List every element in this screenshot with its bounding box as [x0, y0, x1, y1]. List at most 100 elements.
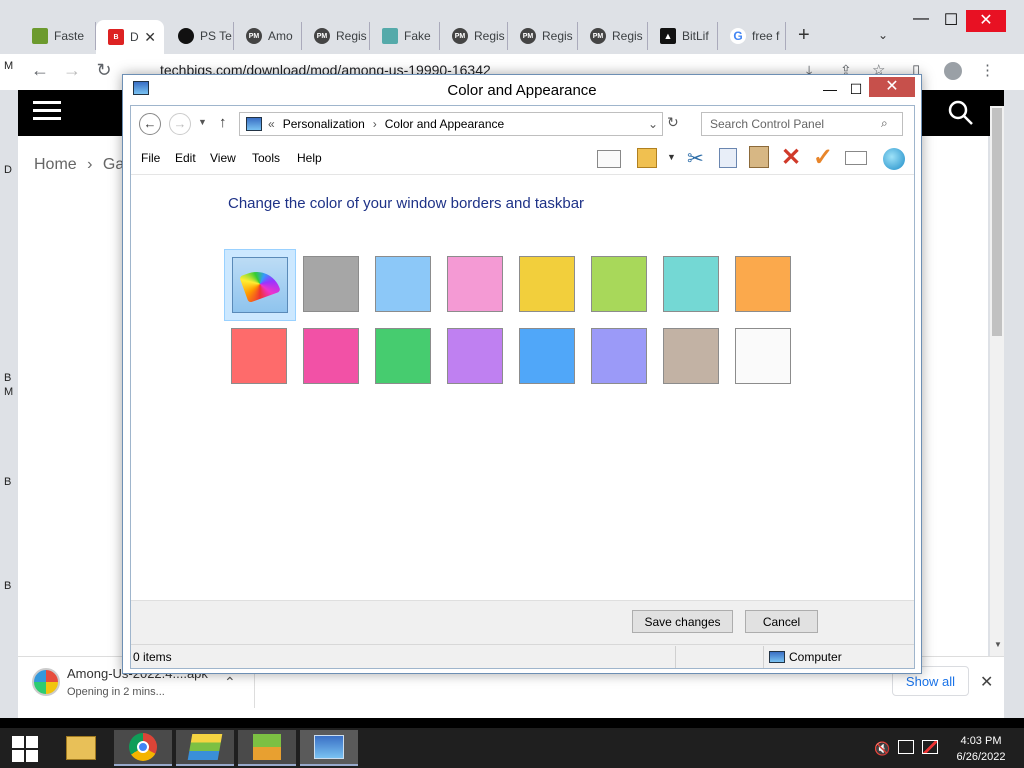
paste-icon[interactable] — [749, 146, 769, 168]
menu-edit[interactable]: Edit — [175, 151, 196, 165]
tab-9[interactable]: PM Regis — [578, 22, 648, 50]
globe-icon[interactable] — [883, 148, 905, 170]
search-icon[interactable] — [948, 100, 974, 126]
recent-locations-chevron-icon[interactable]: ▼ — [198, 117, 207, 127]
close-download-bar-icon[interactable]: ✕ — [980, 672, 993, 692]
new-tab-icon[interactable]: + — [798, 24, 810, 47]
kebab-menu-icon[interactable]: ⋮ — [980, 61, 995, 79]
color-swatch[interactable] — [584, 321, 656, 393]
window-close-button[interactable]: ✕ — [869, 77, 915, 97]
tab-8[interactable]: PM Regis — [508, 22, 578, 50]
color-swatch[interactable] — [224, 249, 296, 321]
browser-close-icon[interactable]: ✕ — [966, 10, 1006, 32]
window-body: ← → ▼ ↑ « Personalization › Color and Ap… — [130, 105, 915, 669]
scroll-down-icon[interactable]: ▼ — [994, 640, 1002, 649]
tab-5[interactable]: PM Regis — [302, 22, 370, 50]
window-minimize-icon[interactable]: — — [817, 79, 843, 99]
color-swatch[interactable] — [224, 321, 296, 393]
breadcrumb-personalization[interactable]: Personalization — [283, 117, 365, 131]
close-tab-icon[interactable]: ✕ — [144, 29, 156, 46]
profile-avatar[interactable] — [944, 62, 962, 80]
color-swatch[interactable] — [512, 321, 584, 393]
color-swatch[interactable] — [368, 249, 440, 321]
back-icon[interactable]: ← — [139, 113, 161, 135]
hamburger-menu-icon[interactable] — [33, 101, 61, 121]
tab-4[interactable]: PM Amo — [234, 22, 302, 50]
menu-tools[interactable]: Tools — [252, 151, 280, 165]
multi-instance-taskbar[interactable] — [238, 730, 296, 766]
control-panel-small-icon — [246, 117, 262, 131]
color-swatch[interactable] — [656, 249, 728, 321]
menu-help[interactable]: Help — [297, 151, 322, 165]
color-mixer-icon — [232, 257, 288, 313]
action-center-icon[interactable] — [922, 740, 938, 754]
copy-icon[interactable] — [719, 148, 737, 168]
chrome-taskbar[interactable] — [114, 730, 172, 766]
reload-icon[interactable]: ↻ — [92, 60, 116, 81]
up-arrow-icon[interactable]: ↑ — [219, 114, 227, 131]
window-maximize-icon[interactable]: ☐ — [843, 79, 869, 99]
bluestacks-taskbar[interactable] — [176, 730, 234, 766]
search-magnifier-icon[interactable]: ⌕ — [881, 116, 888, 131]
control-panel-taskbar[interactable] — [300, 730, 358, 766]
color-tile — [303, 328, 359, 384]
bluestacks-icon — [187, 734, 223, 760]
color-tile — [663, 256, 719, 312]
menu-view[interactable]: View — [210, 151, 236, 165]
properties-icon[interactable] — [845, 151, 867, 165]
location-bar[interactable]: « Personalization › Color and Appearance… — [239, 112, 663, 136]
color-tile — [447, 256, 503, 312]
color-swatch[interactable] — [296, 321, 368, 393]
color-swatch[interactable] — [656, 321, 728, 393]
windows-start-icon[interactable] — [12, 736, 38, 762]
bitlife-icon: ▲ — [660, 28, 676, 44]
maximize-icon[interactable]: ☐ — [934, 10, 968, 30]
delete-icon[interactable]: ✕ — [781, 143, 801, 172]
address-dropdown-icon[interactable]: ⌄ — [648, 117, 658, 131]
color-swatch[interactable] — [728, 321, 800, 393]
folder-options-icon[interactable] — [637, 148, 657, 168]
save-changes-button[interactable]: Save changes — [632, 610, 733, 633]
color-swatch[interactable] — [368, 321, 440, 393]
back-arrow-icon[interactable]: ← — [28, 60, 52, 81]
apk-file-icon — [32, 668, 60, 696]
breadcrumb-arrow-icon[interactable]: › — [373, 117, 377, 131]
color-swatch[interactable] — [296, 249, 368, 321]
pm-icon: PM — [590, 28, 606, 44]
taskbar-clock[interactable]: 4:03 PM 6/26/2022 — [950, 733, 1012, 765]
tab-1[interactable]: Faste — [20, 22, 96, 50]
minimize-icon[interactable]: — — [904, 10, 938, 28]
color-swatch[interactable] — [512, 249, 584, 321]
options-dropdown-icon[interactable]: ▼ — [667, 152, 676, 162]
search-control-panel-input[interactable]: Search Control Panel — [701, 112, 903, 136]
cancel-button[interactable]: Cancel — [745, 610, 818, 633]
scrollbar-thumb[interactable] — [992, 108, 1002, 336]
forward-arrow-icon[interactable]: → — [60, 60, 84, 81]
tab-2[interactable]: B D ✕ — [96, 20, 164, 54]
tab-6[interactable]: Fake — [370, 22, 440, 50]
color-swatch[interactable] — [440, 249, 512, 321]
side-text: B — [4, 580, 12, 592]
tab-7[interactable]: PM Regis — [440, 22, 508, 50]
network-icon[interactable] — [898, 740, 914, 754]
pm-icon: PM — [314, 28, 330, 44]
chevron-up-icon[interactable]: ⌃ — [224, 674, 236, 691]
color-swatch[interactable] — [584, 249, 656, 321]
refresh-icon[interactable]: ↻ — [667, 114, 679, 131]
tab-search-chevron-icon[interactable]: ⌄ — [878, 28, 888, 42]
checkmark-icon[interactable]: ✓ — [813, 143, 833, 172]
menu-file[interactable]: File — [141, 151, 160, 165]
overflow-chevron[interactable]: « — [268, 117, 275, 131]
preview-pane-icon[interactable] — [597, 150, 621, 168]
color-swatch[interactable] — [440, 321, 512, 393]
tab-10[interactable]: ▲ BitLif — [648, 22, 718, 50]
volume-muted-icon[interactable]: 🔇 — [874, 741, 890, 757]
breadcrumb-color-appearance[interactable]: Color and Appearance — [385, 117, 504, 131]
file-explorer-taskbar[interactable] — [52, 730, 110, 766]
color-swatch[interactable] — [728, 249, 800, 321]
cut-icon[interactable]: ✂ — [687, 146, 704, 171]
forward-icon[interactable]: → — [169, 113, 191, 135]
tab-11[interactable]: G free f — [718, 22, 786, 50]
tab-3[interactable]: PS Te — [166, 22, 234, 50]
breadcrumb-home[interactable]: Home — [34, 156, 77, 173]
